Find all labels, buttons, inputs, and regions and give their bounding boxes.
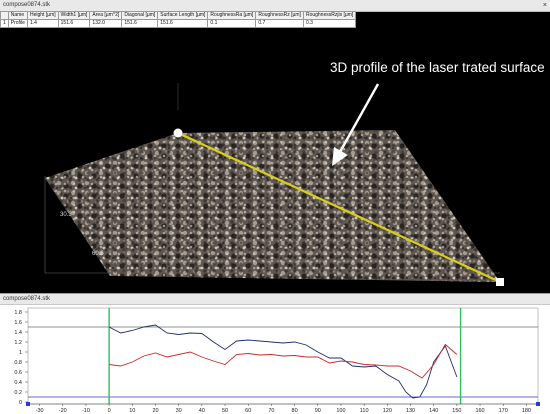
profile-plot[interactable]: 1.8 1.6 1.4 1.2 1 0.8 0.6 0.4 0.2 0 -30 -20 -10 0 10 20…: [0, 304, 550, 414]
table-cell: 151.6: [157, 19, 209, 28]
square-handle-icon[interactable]: [496, 278, 504, 286]
window-title: compose0874.stk: [3, 2, 51, 8]
y-tick-label: 0.4: [14, 380, 22, 386]
3d-view-window[interactable]: compose0874.stk × Name Height [µm] Width…: [0, 0, 550, 293]
profile-window[interactable]: compose0874.stk 1.8 1.6 1.4 1.2 1 0.8 0.6 0.4 0.…: [0, 294, 550, 414]
x-tick-label: 180: [522, 408, 531, 414]
x-tick-label: -20: [59, 408, 67, 414]
axis-label: 60.6: [92, 251, 104, 257]
table-cell: 0.1: [207, 19, 257, 28]
x-tick-label: 100: [336, 408, 345, 414]
y-tick-label: 0.8: [14, 360, 22, 366]
table-cell: 1: [0, 19, 9, 28]
x-tick-label: 110: [360, 408, 369, 414]
axis-label: 30.3: [60, 212, 72, 218]
y-tick-label: 1.6: [14, 320, 22, 326]
x-tick-label: 130: [406, 408, 415, 414]
surface-3d-render[interactable]: [0, 0, 550, 293]
circle-handle-icon[interactable]: [173, 128, 183, 138]
x-tick-label: 90: [315, 408, 321, 414]
table-header-cell: Name: [7, 11, 28, 20]
y-tick-label: 1.8: [14, 310, 22, 316]
table-row[interactable]: 1 Profile 1.4 151.6 132.0 151.6 151.6 0.…: [0, 19, 357, 28]
table-header-cell: RoughnessRzjis [µm]: [302, 11, 357, 20]
x-tick-label: 20: [152, 408, 158, 414]
close-icon[interactable]: ×: [543, 0, 547, 11]
table-header-cell: Width1 [µm]: [57, 11, 91, 20]
table-header-cell: Area [µm^2]: [89, 11, 123, 20]
x-tick-label: -30: [36, 408, 44, 414]
y-tick-label: 0.2: [14, 390, 22, 396]
x-tick-label: -10: [82, 408, 90, 414]
table-header-cell: RoughnessRz [µm]: [255, 11, 304, 20]
x-tick-label: 160: [475, 408, 484, 414]
annotation-text: 3D profile of the laser trated surface: [330, 60, 545, 75]
x-tick-label: 0: [108, 408, 111, 414]
table-cell: 0.7: [255, 19, 304, 28]
table-header-cell: [0, 11, 9, 20]
table-cell: 1.4: [26, 19, 59, 28]
x-tick-label: 150: [452, 408, 461, 414]
y-tick-label: 0: [19, 400, 22, 406]
table-header-row: Name Height [µm] Width1 [µm] Area [µm^2]…: [0, 11, 357, 20]
x-tick-label: 140: [429, 408, 438, 414]
x-tick-label: 120: [383, 408, 392, 414]
table-cell: 151.6: [57, 19, 91, 28]
table-cell: Profile: [7, 19, 28, 28]
y-tick-label: 1.4: [14, 330, 22, 336]
axis-end-marker: [26, 402, 30, 406]
table-cell: 132.0: [89, 19, 123, 28]
table-header-cell: Surface Length [µm]: [157, 11, 209, 20]
table-cell: 151.6: [121, 19, 159, 28]
y-tick-label: 1: [19, 350, 22, 356]
x-tick-label: 30: [176, 408, 182, 414]
table-cell: 0.3: [302, 19, 357, 28]
x-tick-label: 70: [268, 408, 274, 414]
table-header-cell: Height [µm]: [26, 11, 59, 20]
window-title: compose0874.stk: [3, 296, 51, 302]
x-tick-label: 10: [129, 408, 135, 414]
y-tick-label: 0.6: [14, 370, 22, 376]
table-header-cell: RoughnessRa [µm]: [207, 11, 257, 20]
table-header-cell: Diagonal [µm]: [121, 11, 159, 20]
x-tick-label: 40: [199, 408, 205, 414]
x-tick-label: 50: [222, 408, 228, 414]
y-tick-label: 1.2: [14, 340, 22, 346]
x-tick-label: 170: [499, 408, 508, 414]
axis-end-marker: [536, 402, 540, 406]
x-tick-label: 60: [245, 408, 251, 414]
surface-texture-overlay: [45, 130, 500, 282]
measurement-table: Name Height [µm] Width1 [µm] Area [µm^2]…: [0, 11, 357, 28]
x-tick-label: 80: [292, 408, 298, 414]
